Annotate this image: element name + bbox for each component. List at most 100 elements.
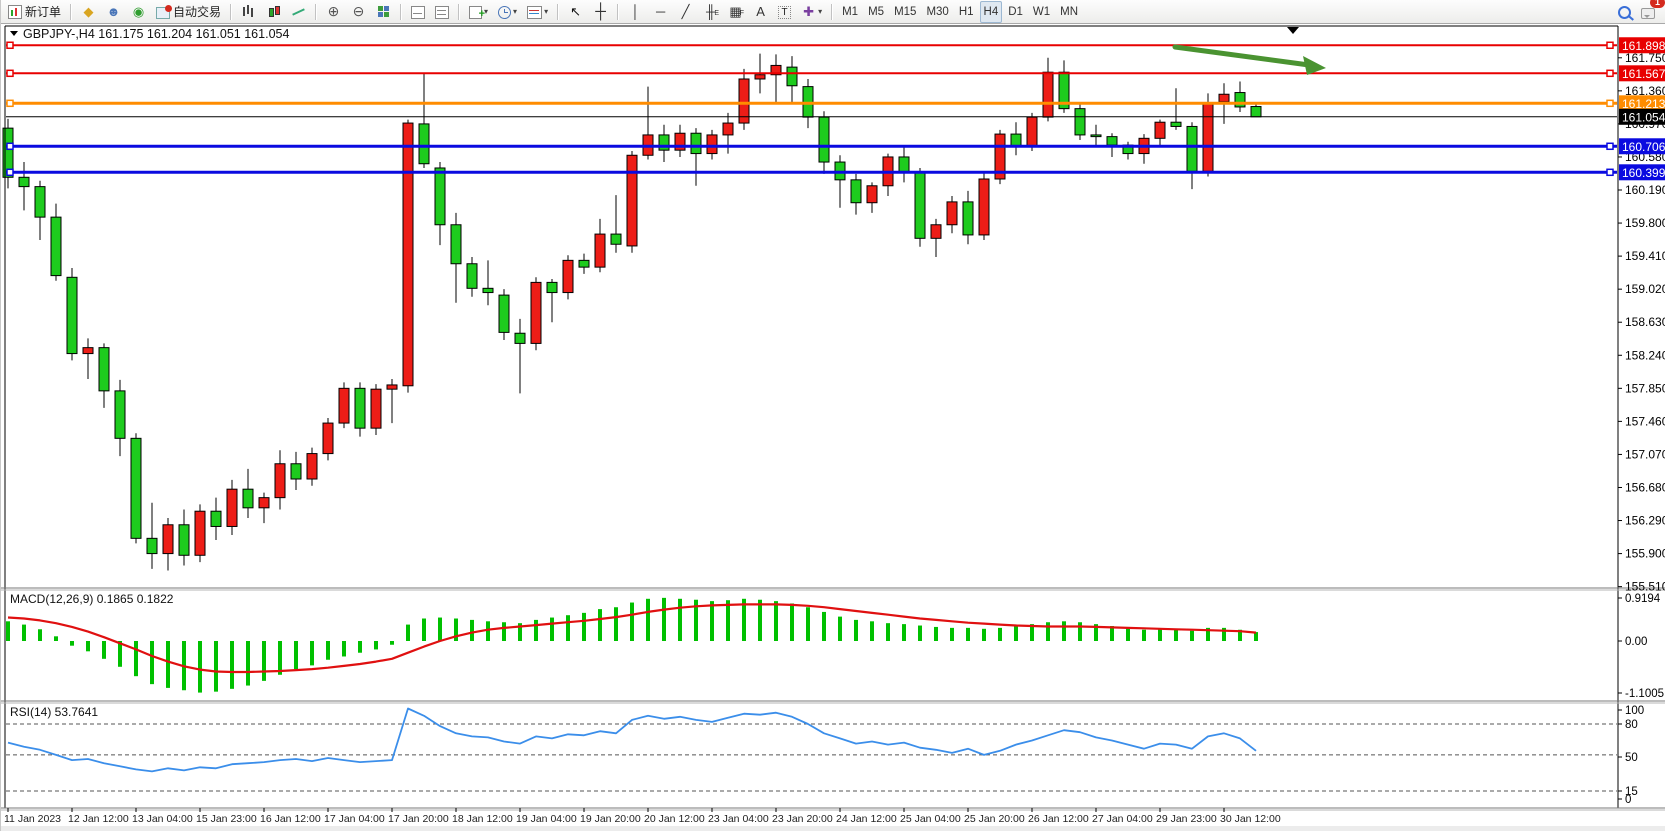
horizontal-line-icon[interactable]: ─ [649,1,672,23]
bear-candle [483,288,493,292]
time-axis-label: 25 Jan 04:00 [900,813,961,825]
chat-icon[interactable]: 1 [1637,1,1659,23]
tf-m1-label: M1 [842,6,858,18]
time-axis-label: 26 Jan 12:00 [1028,813,1089,825]
bull-candle [1219,94,1229,102]
bear-candle [243,489,253,508]
time-axis-label: 17 Jan 20:00 [388,813,449,825]
orange-level-line-left-handle[interactable] [7,100,13,106]
resistance-line-2-right-handle[interactable] [1607,70,1613,76]
autotrading-button[interactable]: 自动交易 [152,1,225,23]
market-watch-icon-glyph: ◆ [81,4,96,19]
zoom-in-icon-glyph: ⊕ [326,4,341,19]
zoom-in-icon[interactable]: ⊕ [322,1,345,23]
bar-chart-icon[interactable] [237,1,260,23]
profile-icon[interactable]: ☻ [102,1,125,23]
fibonacci-icon[interactable]: ▦ [724,1,747,23]
support-line-2-left-handle[interactable] [7,169,13,175]
tf-w1[interactable]: W1 [1029,1,1054,23]
support-line-2-price-label: 160.399 [1622,166,1665,180]
tf-h4[interactable]: H4 [980,1,1003,23]
tf-d1[interactable]: D1 [1004,1,1027,23]
time-axis-label: 20 Jan 12:00 [644,813,705,825]
text-label-icon-glyph: T [778,6,791,19]
tf-m1[interactable]: M1 [838,1,862,23]
resistance-line-1-right-handle[interactable] [1607,42,1613,48]
equidistant-channel-icon[interactable]: ╫ [699,1,722,23]
arrows-icon[interactable]: ✚▾ [797,1,826,23]
resistance-line-2-left-handle[interactable] [7,70,13,76]
time-axis-label: 23 Jan 20:00 [772,813,833,825]
indicator-list-icon[interactable] [431,1,453,23]
bull-candle [323,423,333,454]
tf-mn[interactable]: MN [1056,1,1082,23]
price-tick-label: 156.290 [1625,514,1665,528]
trendline-icon[interactable]: ╱ [674,1,697,23]
orange-level-line-right-handle[interactable] [1607,100,1613,106]
candlestick-chart-icon[interactable] [262,1,285,23]
vertical-line-icon[interactable]: │ [624,1,647,23]
line-chart-icon[interactable] [287,1,310,23]
periods-button[interactable]: ▾ [494,1,521,23]
price-tick-label: 160.190 [1625,183,1665,197]
bear-candle [1107,137,1117,145]
bull-candle [1155,122,1165,138]
tf-m30[interactable]: M30 [922,1,952,23]
bear-candle [787,67,797,86]
arrows-icon-glyph: ✚ [801,4,816,19]
bull-candle [627,155,637,246]
cursor-icon[interactable]: ↖ [564,1,587,23]
templates-button[interactable]: ▾ [523,1,552,23]
bull-candle [275,464,285,498]
tf-m15[interactable]: M15 [890,1,920,23]
time-axis-label: 30 Jan 12:00 [1220,813,1281,825]
new-order-glyph [8,5,22,19]
text-label-icon[interactable]: T [774,1,795,23]
bear-candle [851,180,861,203]
equidistant-channel-icon-glyph: ╫ [703,4,718,19]
bull-candle [595,234,605,267]
search-icon[interactable] [1614,1,1635,23]
market-watch-icon[interactable]: ◆ [77,1,100,23]
templates-glyph [527,6,542,19]
bull-candle [979,179,989,235]
bull-candle [163,525,173,554]
fibonacci-icon-glyph: ▦ [728,4,743,19]
tile-windows-icon[interactable] [372,1,395,23]
new-order-button[interactable]: 新订单 [4,1,65,23]
toolbar-separator [70,4,72,20]
rsi-axis-label: 0 [1625,794,1631,806]
support-line-1-left-handle[interactable] [7,143,13,149]
zoom-out-icon-glyph: ⊖ [351,4,366,19]
bear-candle [691,133,701,153]
support-line-1-right-handle[interactable] [1607,143,1613,149]
candlestick-chart-icon-glyph [266,4,281,19]
crosshair-icon[interactable]: ┼ [589,1,612,23]
resistance-line-2-price-label: 161.567 [1622,67,1665,81]
bull-candle [755,75,765,79]
bear-candle [67,277,77,353]
text-icon[interactable]: A [749,1,772,23]
support-line-2-right-handle[interactable] [1607,169,1613,175]
bear-candle [499,295,509,332]
tf-m30-label: M30 [926,6,948,18]
status-strip [1,826,1665,831]
toolbar-separator [230,4,232,20]
bull-candle [259,498,269,508]
bull-candle [339,388,349,423]
add-indicator-button[interactable]: ▾ [465,1,492,23]
bull-candle [947,202,957,225]
vertical-line-icon-glyph: │ [628,4,643,19]
chart-title: GBPJPY-,H4 161.175 161.204 161.051 161.0… [23,27,289,41]
indicator-window-icon[interactable] [407,1,429,23]
tf-m5[interactable]: M5 [864,1,888,23]
signals-icon[interactable]: ◉ [127,1,150,23]
time-axis-label: 18 Jan 12:00 [452,813,513,825]
bear-candle [611,234,621,244]
toolbar-separator [315,4,317,20]
tf-h1[interactable]: H1 [955,1,978,23]
resistance-line-1-left-handle[interactable] [7,42,13,48]
trendline-icon-glyph: ╱ [678,4,693,19]
zoom-out-icon[interactable]: ⊖ [347,1,370,23]
bear-candle [35,187,45,218]
